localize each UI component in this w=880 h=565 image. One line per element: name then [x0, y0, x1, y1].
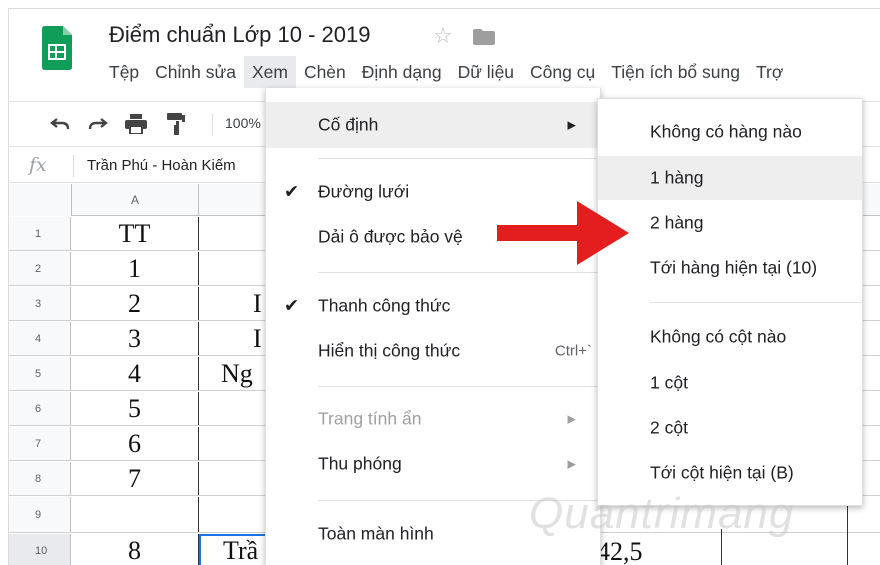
cell-a[interactable]: 6	[71, 427, 199, 460]
sheets-window: Điểm chuẩn Lớp 10 - 2019 ☆ Tệp Chỉnh sửa…	[8, 8, 880, 565]
menu-item-label: 1 hàng	[650, 167, 704, 188]
menu-tools[interactable]: Công cụ	[522, 56, 603, 88]
row-number[interactable]: 4	[9, 322, 71, 355]
menu-file[interactable]: Tệp	[101, 56, 147, 88]
checkmark-icon: ✔	[284, 295, 300, 316]
submenu-item-2-columns[interactable]: 2 cột	[598, 406, 862, 450]
submenu-item-no-columns[interactable]: Không có cột nào	[598, 314, 862, 360]
cell-value[interactable]: 42,5	[597, 537, 643, 565]
paint-format-icon[interactable]	[163, 111, 189, 137]
menu-item-label: Thanh công thức	[318, 295, 451, 316]
shortcut-label: Ctrl+`	[554, 342, 592, 360]
menu-help[interactable]: Trợ	[748, 56, 791, 88]
menu-item-label: Cố định	[318, 114, 379, 135]
submenu-arrow-icon: ▶	[567, 458, 576, 471]
print-icon[interactable]	[123, 111, 149, 137]
menu-item-label: Hiển thị công thức	[318, 340, 461, 361]
watermark: Quantrimang	[529, 489, 795, 538]
toolbar-separator	[212, 114, 213, 136]
menu-item-show-formulas[interactable]: Hiển thị công thức Ctrl+`	[266, 329, 600, 373]
zoom-select[interactable]: 100%	[225, 115, 261, 131]
submenu-arrow-icon: ▶	[567, 413, 576, 426]
row-number[interactable]: 6	[9, 392, 71, 425]
menu-item-hidden-sheets[interactable]: Trang tính ẩn ▶	[266, 397, 600, 441]
folder-icon[interactable]	[473, 29, 495, 45]
row-number[interactable]: 8	[9, 462, 71, 495]
menu-item-label: Dải ô được bảo vệ	[318, 226, 463, 247]
submenu-item-1-row[interactable]: 1 hàng	[598, 156, 862, 200]
menu-format[interactable]: Định dạng	[354, 56, 450, 88]
menu-item-label: 2 cột	[650, 417, 688, 438]
menu-item-label: Thu phóng	[318, 453, 402, 474]
cell-a[interactable]: 2	[71, 287, 199, 320]
row-number[interactable]: 2	[9, 252, 71, 285]
cell-a[interactable]: 1	[71, 252, 199, 285]
menu-insert[interactable]: Chèn	[296, 56, 354, 88]
formula-input[interactable]: Trần Phú - Hoàn Kiếm	[87, 157, 236, 174]
star-icon[interactable]: ☆	[433, 23, 453, 49]
undo-icon[interactable]	[47, 111, 73, 137]
menu-item-label: 2 hàng	[650, 212, 704, 233]
red-arrow-icon	[497, 201, 629, 265]
freeze-submenu: Không có hàng nào 1 hàng 2 hàng Tới hàng…	[597, 98, 863, 506]
row-number[interactable]: 3	[9, 287, 71, 320]
menu-item-freeze[interactable]: Cố định ▶	[266, 102, 600, 148]
cell-a[interactable]: TT	[71, 217, 199, 250]
menu-item-label: Toàn màn hình	[318, 523, 434, 544]
menu-addons[interactable]: Tiện ích bổ sung	[603, 56, 748, 88]
column-header-a[interactable]: A	[71, 184, 199, 216]
submenu-item-2-rows[interactable]: 2 hàng	[598, 201, 862, 245]
menu-separator	[318, 158, 600, 159]
menu-item-label: Không có hàng nào	[650, 121, 802, 142]
cell-a[interactable]: 8	[71, 534, 199, 565]
row-number[interactable]: 10	[9, 534, 71, 565]
submenu-item-up-to-row[interactable]: Tới hàng hiện tại (10)	[598, 246, 862, 290]
select-all-corner[interactable]	[9, 184, 71, 216]
menu-item-label: 1 cột	[650, 372, 688, 393]
cell-a[interactable]: 4	[71, 357, 199, 390]
cell-a[interactable]: 5	[71, 392, 199, 425]
menu-item-zoom[interactable]: Thu phóng ▶	[266, 442, 600, 486]
checkmark-icon: ✔	[284, 181, 300, 202]
formula-bar-separator	[73, 155, 74, 177]
row-number[interactable]: 9	[9, 497, 71, 532]
menu-item-label: Tới hàng hiện tại (10)	[650, 257, 818, 278]
document-title[interactable]: Điểm chuẩn Lớp 10 - 2019	[109, 22, 370, 48]
submenu-arrow-icon: ▶	[567, 119, 576, 132]
row-number[interactable]: 5	[9, 357, 71, 390]
sheets-logo[interactable]	[42, 26, 72, 70]
menu-separator	[318, 386, 600, 387]
menu-item-label: Đường lưới	[318, 181, 410, 202]
row-number[interactable]: 1	[9, 217, 71, 250]
fx-icon: fx	[29, 154, 47, 176]
menu-item-label: Tới cột hiện tại (B)	[650, 462, 794, 483]
menubar: Tệp Chỉnh sửa Xem Chèn Định dạng Dữ liệu…	[101, 56, 791, 88]
menu-data[interactable]: Dữ liệu	[450, 56, 522, 88]
redo-icon[interactable]	[85, 111, 111, 137]
submenu-item-1-column[interactable]: 1 cột	[598, 361, 862, 405]
menu-item-label: Trang tính ẩn	[318, 408, 422, 429]
menu-item-label: Không có cột nào	[650, 326, 787, 347]
submenu-item-no-rows[interactable]: Không có hàng nào	[598, 109, 862, 155]
menu-separator	[650, 302, 862, 303]
cell-a[interactable]: 3	[71, 322, 199, 355]
menu-view[interactable]: Xem	[243, 56, 296, 88]
row-number[interactable]: 7	[9, 427, 71, 460]
menu-item-formula-bar[interactable]: ✔ Thanh công thức	[266, 284, 600, 328]
menu-edit[interactable]: Chỉnh sửa	[147, 56, 244, 88]
cell-a[interactable]: 7	[71, 462, 199, 495]
cell-a[interactable]	[71, 497, 199, 532]
